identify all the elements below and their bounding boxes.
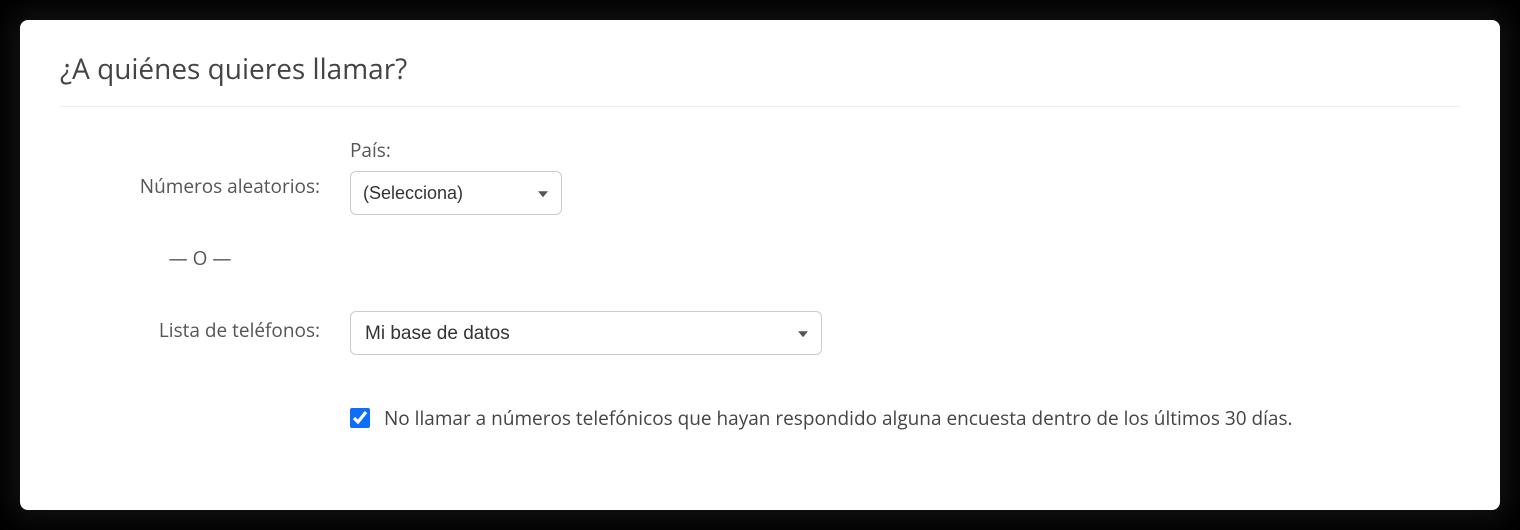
- no-call-checkbox-label: No llamar a números telefónicos que haya…: [384, 405, 1293, 431]
- phone-list-select[interactable]: Mi base de datos: [350, 311, 822, 355]
- country-select-wrap: (Selecciona): [350, 171, 562, 215]
- page-title: ¿A quiénes quieres llamar?: [60, 50, 1460, 107]
- country-select[interactable]: (Selecciona): [350, 171, 562, 215]
- form-card: ¿A quiénes quieres llamar? Números aleat…: [20, 20, 1500, 510]
- or-divider-row: — O —: [60, 245, 1460, 271]
- country-label: País:: [350, 137, 1460, 163]
- checkbox-wrap: No llamar a números telefónicos que haya…: [350, 405, 1293, 431]
- no-call-checkbox-row: No llamar a números telefónicos que haya…: [60, 405, 1460, 431]
- country-input-col: País: (Selecciona): [350, 137, 1460, 215]
- or-divider: — O —: [60, 245, 350, 271]
- random-numbers-label: Números aleatorios:: [60, 137, 350, 199]
- phone-list-select-wrap: Mi base de datos: [350, 311, 822, 355]
- phone-list-row: Lista de teléfonos: Mi base de datos: [60, 311, 1460, 355]
- phone-list-input-col: Mi base de datos: [350, 311, 1460, 355]
- random-numbers-row: Números aleatorios: País: (Selecciona): [60, 137, 1460, 215]
- phone-list-label: Lista de teléfonos:: [60, 311, 350, 343]
- no-call-checkbox[interactable]: [350, 408, 370, 428]
